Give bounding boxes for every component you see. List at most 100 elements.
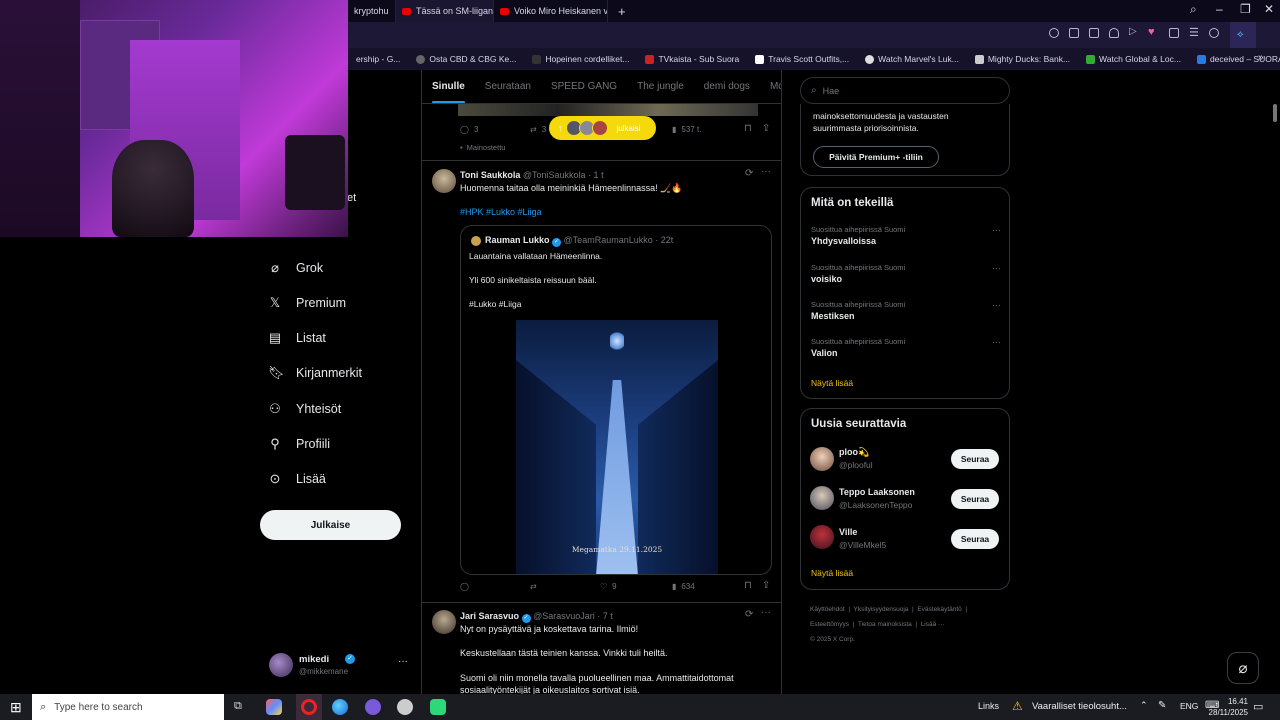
reply-button[interactable]: ◯ <box>460 582 474 591</box>
taskbar-links[interactable]: Links <box>978 701 999 711</box>
footer-link[interactable]: Yksityisyydensuoja <box>854 606 909 613</box>
grok-explain-icon[interactable]: ⟳ <box>745 609 753 620</box>
account-more-icon[interactable]: ··· <box>398 656 408 667</box>
nav-item-profile[interactable]: ⚲ Profiili <box>268 437 330 452</box>
grok-explain-icon[interactable]: ⟳ <box>745 168 753 179</box>
post-button[interactable]: Julkaise <box>260 510 401 540</box>
bookmark-icon[interactable]: ⊓ <box>744 123 752 134</box>
post-hashtags[interactable]: #HPK #Lukko #Liiga <box>460 207 542 217</box>
more-icon[interactable]: ··· <box>992 300 1001 310</box>
bookmark-icon[interactable]: ⊓ <box>744 580 752 591</box>
search-input[interactable]: Hae <box>823 86 840 96</box>
trend-item[interactable]: Suosittua aihepiirissä Suomi voisiko ··· <box>811 263 1001 284</box>
more-icon[interactable]: ··· <box>992 263 1001 273</box>
discord-icon[interactable] <box>365 699 381 715</box>
browser-tab[interactable]: Tässä on SM-liigan uusi s <box>396 0 494 22</box>
footer-link[interactable]: Tietoa mainoksista <box>858 621 912 628</box>
footer-link[interactable]: Käyttöehdot <box>810 606 845 613</box>
more-bookmarks-icon[interactable]: » <box>1258 52 1264 63</box>
tab-demi-dogs[interactable]: demi dogs <box>694 70 760 103</box>
follow-suggestion[interactable]: ploo💫 @plooful Seuraa <box>801 445 1009 479</box>
quoted-post[interactable]: Rauman Lukko ✓ @TeamRaumanLukko · 22t La… <box>460 225 772 575</box>
share-icon[interactable] <box>1069 28 1079 38</box>
follow-button[interactable]: Seuraa <box>951 529 999 549</box>
post-author-name[interactable]: Jari Sarasvuo <box>460 611 519 621</box>
tab-the-jungle[interactable]: The jungle <box>627 70 694 103</box>
task-view-icon[interactable]: ⧉ <box>234 700 242 713</box>
account-icon[interactable] <box>1209 28 1219 38</box>
nav-item-premium[interactable]: 𝕏 Premium <box>268 296 346 311</box>
tray-chevron-icon[interactable]: ⌃ <box>1140 700 1148 711</box>
repost-button[interactable]: ⇄ 3 <box>530 125 546 134</box>
repost-button[interactable]: ⇄ <box>530 582 542 591</box>
avatar[interactable] <box>432 610 456 634</box>
copilot-icon[interactable] <box>266 699 282 715</box>
bookmark-item[interactable]: Osta CBD & CBG Ke... <box>408 54 524 64</box>
trend-item[interactable]: Suosittua aihepiirissä Suomi Mestiksen ·… <box>811 300 1001 321</box>
nav-item-lists[interactable]: ▤ Listat <box>268 331 326 346</box>
post-image[interactable]: Megamatka 29.11.2025 <box>516 320 718 574</box>
post-author-name[interactable]: Toni Saukkola <box>460 170 520 180</box>
trend-item[interactable]: Suosittua aihepiirissä Suomi Valion ··· <box>811 337 1001 358</box>
page-scrollbar[interactable] <box>1273 104 1277 122</box>
grok-extension-icon[interactable]: ⟡ <box>1237 29 1244 40</box>
heart-icon[interactable]: ♥ <box>1148 26 1155 38</box>
trend-item[interactable]: Suosittua aihepiirissä Suomi Yhdysvalloi… <box>811 225 1001 246</box>
post[interactable]: Jari Sarasvuo ✓ @SarasvuoJari · 7 t ⟳ ··… <box>422 603 781 694</box>
bookmark-item[interactable]: Watch Marvel's Luk... <box>857 54 967 64</box>
windows-start-icon[interactable]: ⊞ <box>10 699 22 716</box>
close-icon[interactable]: ✕ <box>1264 2 1274 16</box>
taskbar-search-input[interactable]: Type here to search <box>54 702 142 713</box>
share-icon[interactable]: ⇪ <box>762 580 770 591</box>
bookmark-item[interactable]: Watch Global & Loc... <box>1078 54 1189 64</box>
more-icon[interactable]: ··· <box>992 225 1001 235</box>
browser-tab[interactable]: kryptohu <box>348 0 396 22</box>
tab-sinulle[interactable]: Sinulle <box>422 70 475 103</box>
follow-suggestion[interactable]: Teppo Laaksonen @LaaksonenTeppo Seuraa <box>801 485 1009 519</box>
post-author-handle[interactable]: @SarasvuoJari <box>533 611 595 621</box>
app-icon[interactable] <box>430 699 446 715</box>
more-icon[interactable]: ··· <box>761 607 771 618</box>
account-switcher[interactable]: mikedi ✓ @mikkemane ··· <box>266 652 416 680</box>
show-more-trends-link[interactable]: Näytä lisää <box>811 378 853 388</box>
edge-icon[interactable] <box>332 699 348 715</box>
views-button[interactable]: ▮ 634 <box>672 582 695 591</box>
reply-button[interactable]: ◯ 3 <box>460 125 478 134</box>
more-icon[interactable]: ··· <box>992 337 1001 347</box>
restore-icon[interactable]: ❐ <box>1240 2 1251 16</box>
menu-icon[interactable]: ☰ <box>1189 26 1199 39</box>
nav-item-communities[interactable]: ⚇ Yhteisöt <box>268 402 341 417</box>
search-box[interactable]: ⌕ Hae <box>800 77 1010 104</box>
like-button[interactable]: ♡ 9 <box>600 582 617 591</box>
tab-mcdonald[interactable]: McDonal <box>760 70 781 103</box>
camera-icon[interactable] <box>1089 28 1099 38</box>
more-icon[interactable]: ··· <box>761 166 771 177</box>
bookmark-item[interactable]: ership - G... <box>348 54 408 64</box>
post-time[interactable]: · 1 t <box>588 170 604 180</box>
tab-seurataan[interactable]: Seurataan <box>475 70 541 103</box>
shield-icon[interactable] <box>1109 28 1119 38</box>
avatar[interactable] <box>432 169 456 193</box>
new-posts-pill[interactable]: ↑ julkaisi <box>549 116 656 140</box>
search-tabs-icon[interactable]: ⌕ <box>1190 2 1197 17</box>
follow-button[interactable]: Seuraa <box>951 489 999 509</box>
upgrade-premium-button[interactable]: Päivitä Premium+ -tiliin <box>813 146 939 168</box>
clock[interactable]: 16.41 28/11/2025 <box>1196 696 1248 718</box>
post-time[interactable]: · 7 t <box>597 611 613 621</box>
footer-link[interactable]: Esteettömyys <box>810 621 849 628</box>
nav-item-more[interactable]: ⊙ Lisää <box>268 472 326 487</box>
nav-item-bookmarks[interactable]: 🔖︎ Kirjanmerkit <box>268 366 362 381</box>
minimize-icon[interactable]: – <box>1216 2 1223 16</box>
bookmark-item[interactable]: TVkaista - Sub Suora <box>637 54 747 64</box>
views-button[interactable]: ▮ 537 t. <box>672 125 701 134</box>
taskbar-search[interactable]: ⌕ Type here to search <box>32 694 224 720</box>
footer-link[interactable]: Evästekäytäntö <box>917 606 961 613</box>
notifications-icon[interactable]: ▭ <box>1253 700 1263 713</box>
bookmark-item[interactable]: deceived – SUORAT... <box>1189 54 1280 64</box>
download-icon[interactable] <box>1169 28 1179 38</box>
bookmark-item[interactable]: Hopeinen cordelliket... <box>524 54 637 64</box>
post[interactable]: Toni Saukkola @ToniSaukkola · 1 t ⟳ ··· … <box>422 161 781 601</box>
share-icon[interactable]: ⇪ <box>762 123 770 134</box>
show-more-suggestions-link[interactable]: Näytä lisää <box>811 568 853 578</box>
zoom-icon[interactable] <box>1049 28 1059 38</box>
